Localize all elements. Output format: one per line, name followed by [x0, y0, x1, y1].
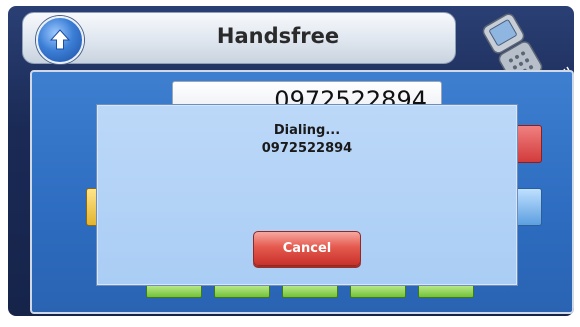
page-title: Handsfree — [216, 24, 340, 48]
dialing-dialog: Dialing... 0972522894 Cancel — [96, 104, 518, 286]
dialing-number: 0972522894 — [261, 141, 353, 156]
up-arrow-icon — [49, 29, 71, 50]
home-button[interactable] — [36, 16, 84, 64]
screen: Handsfree 0972522894 Dialing... 09725228… — [0, 0, 580, 327]
cancel-button[interactable]: Cancel — [253, 231, 361, 266]
dialing-status: Dialing... — [273, 123, 341, 138]
